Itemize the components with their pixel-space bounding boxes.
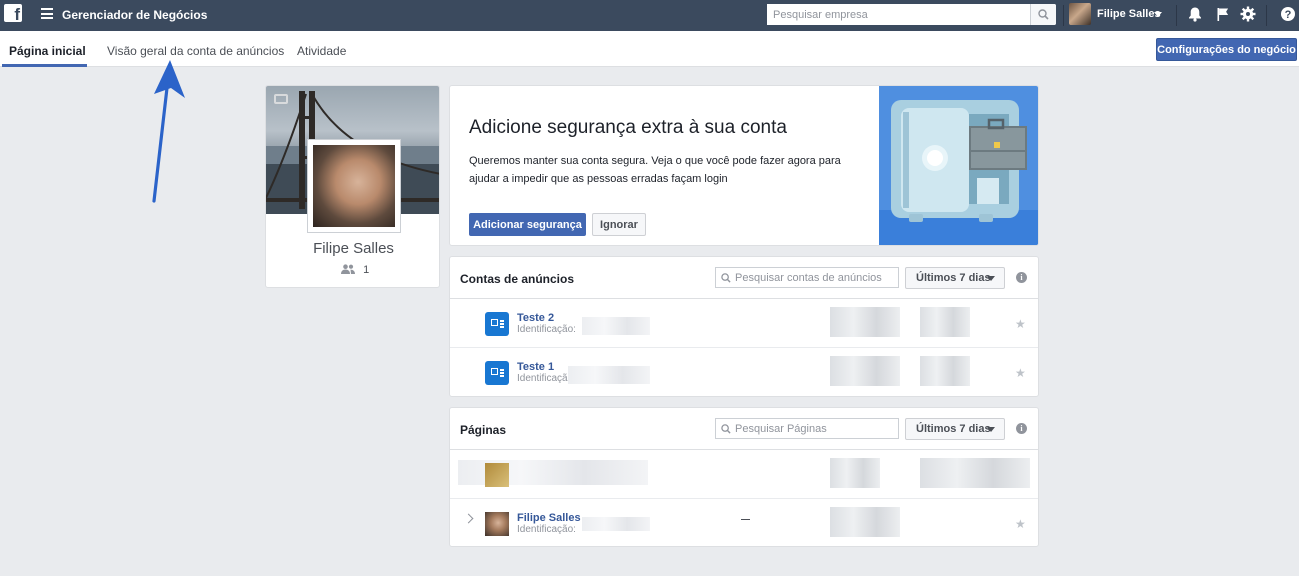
- profile-card: Filipe Salles 1: [265, 85, 440, 288]
- business-settings-button[interactable]: Configurações do negócio: [1156, 38, 1297, 61]
- pages-panel: Páginas Últimos 7 dias i Filipe Salles I…: [449, 407, 1039, 547]
- flag-icon[interactable]: [1215, 6, 1231, 22]
- bell-icon[interactable]: [1187, 6, 1203, 22]
- ad-account-id-label: Identificaçã: [517, 373, 568, 384]
- redacted-id: [582, 317, 650, 335]
- page-avatar: [485, 463, 509, 487]
- gear-icon[interactable]: [1240, 6, 1256, 22]
- safe-icon: [879, 100, 1038, 245]
- star-icon[interactable]: ★: [1015, 517, 1026, 531]
- add-security-button[interactable]: Adicionar segurança: [469, 213, 586, 236]
- active-tab-indicator: [2, 64, 87, 67]
- tab-home[interactable]: Página inicial: [9, 44, 86, 58]
- star-icon[interactable]: ★: [1015, 366, 1026, 380]
- chevron-down-icon[interactable]: [1154, 12, 1162, 17]
- redacted-metric: [830, 507, 900, 537]
- info-icon[interactable]: i: [1016, 423, 1027, 434]
- tab-bar: Página inicial Visão geral da conta de a…: [0, 31, 1299, 67]
- ad-account-name[interactable]: Teste 2: [517, 312, 554, 324]
- app-title: Gerenciador de Negócios: [62, 8, 208, 22]
- ad-account-icon: [485, 312, 509, 336]
- page-name[interactable]: Filipe Salles: [517, 512, 581, 524]
- chevron-down-icon: [987, 427, 995, 432]
- annotation-arrow-icon: [152, 60, 185, 203]
- ad-accounts-title: Contas de anúncios: [460, 272, 575, 286]
- topbar-divider: [1176, 5, 1177, 26]
- redacted-id: [582, 517, 650, 531]
- people-count: 1: [341, 264, 369, 276]
- security-description: Queremos manter sua conta segura. Veja o…: [469, 155, 841, 185]
- redacted-metric: [830, 356, 900, 386]
- date-range-dropdown[interactable]: Últimos 7 dias: [905, 418, 1005, 440]
- security-title: Adicione segurança extra à sua conta: [469, 117, 787, 138]
- chevron-down-icon: [987, 276, 995, 281]
- security-promo-card: Adicione segurança extra à sua conta Que…: [449, 85, 1039, 246]
- search-icon: [1038, 9, 1049, 20]
- help-icon[interactable]: ?: [1280, 6, 1296, 22]
- redacted-metric: [920, 307, 970, 337]
- ad-account-id-label: Identificação:: [517, 324, 576, 335]
- redacted-id: [568, 366, 650, 384]
- top-navigation-bar: f Gerenciador de Negócios Filipe Salles …: [0, 0, 1299, 31]
- safe-illustration: [879, 86, 1038, 245]
- ad-accounts-header: Contas de anúncios Últimos 7 dias i: [450, 257, 1038, 299]
- list-item[interactable]: Teste 2 Identificação: ★: [450, 299, 1038, 348]
- pages-header: Páginas Últimos 7 dias i: [450, 408, 1038, 450]
- metric-empty-dash: [741, 519, 750, 520]
- profile-name: Filipe Salles: [313, 240, 394, 257]
- topbar-divider: [1266, 5, 1267, 26]
- ad-account-name[interactable]: Teste 1: [517, 361, 554, 373]
- ad-account-icon: [485, 361, 509, 385]
- tab-ad-accounts-overview[interactable]: Visão geral da conta de anúncios: [107, 44, 284, 58]
- avatar[interactable]: [1069, 3, 1091, 25]
- list-item[interactable]: [450, 450, 1038, 499]
- date-range-dropdown[interactable]: Últimos 7 dias: [905, 267, 1005, 289]
- redacted-metric: [920, 356, 970, 386]
- date-range-label: Últimos 7 dias: [916, 423, 991, 435]
- ignore-button[interactable]: Ignorar: [592, 213, 646, 236]
- camera-icon[interactable]: [274, 94, 288, 104]
- topbar-divider: [1063, 5, 1064, 26]
- search-icon: [721, 424, 731, 434]
- ad-accounts-search: [715, 267, 899, 288]
- list-item[interactable]: Filipe Salles Identificação: ★: [450, 499, 1038, 546]
- page-id-label: Identificação:: [517, 524, 576, 535]
- page-avatar: [485, 512, 509, 536]
- people-count-value: 1: [363, 264, 370, 276]
- ad-accounts-panel: Contas de anúncios Últimos 7 dias i Test…: [449, 256, 1039, 397]
- menu-icon[interactable]: [41, 8, 53, 19]
- redacted-metric: [830, 458, 880, 488]
- ad-accounts-search-input[interactable]: [735, 268, 895, 287]
- pages-search-input[interactable]: [735, 419, 895, 438]
- search-icon: [721, 273, 731, 283]
- star-icon[interactable]: ★: [1015, 317, 1026, 331]
- user-name[interactable]: Filipe Salles: [1097, 8, 1161, 20]
- business-search: [767, 4, 1056, 25]
- facebook-logo-letter: f: [14, 5, 20, 24]
- business-search-input[interactable]: [767, 4, 1027, 25]
- redacted-metric: [920, 458, 1030, 488]
- people-icon: [341, 264, 355, 274]
- pages-title: Páginas: [460, 423, 507, 437]
- info-icon[interactable]: i: [1016, 272, 1027, 283]
- search-button[interactable]: [1030, 4, 1056, 25]
- svg-text:?: ?: [1285, 9, 1292, 21]
- list-item[interactable]: Teste 1 Identificaçã ★: [450, 348, 1038, 396]
- profile-picture[interactable]: [307, 139, 401, 233]
- tab-activity[interactable]: Atividade: [297, 44, 346, 58]
- redacted-metric: [830, 307, 900, 337]
- pages-search: [715, 418, 899, 439]
- chevron-right-icon[interactable]: [463, 513, 474, 524]
- facebook-logo[interactable]: f: [4, 4, 22, 24]
- date-range-label: Últimos 7 dias: [916, 272, 991, 284]
